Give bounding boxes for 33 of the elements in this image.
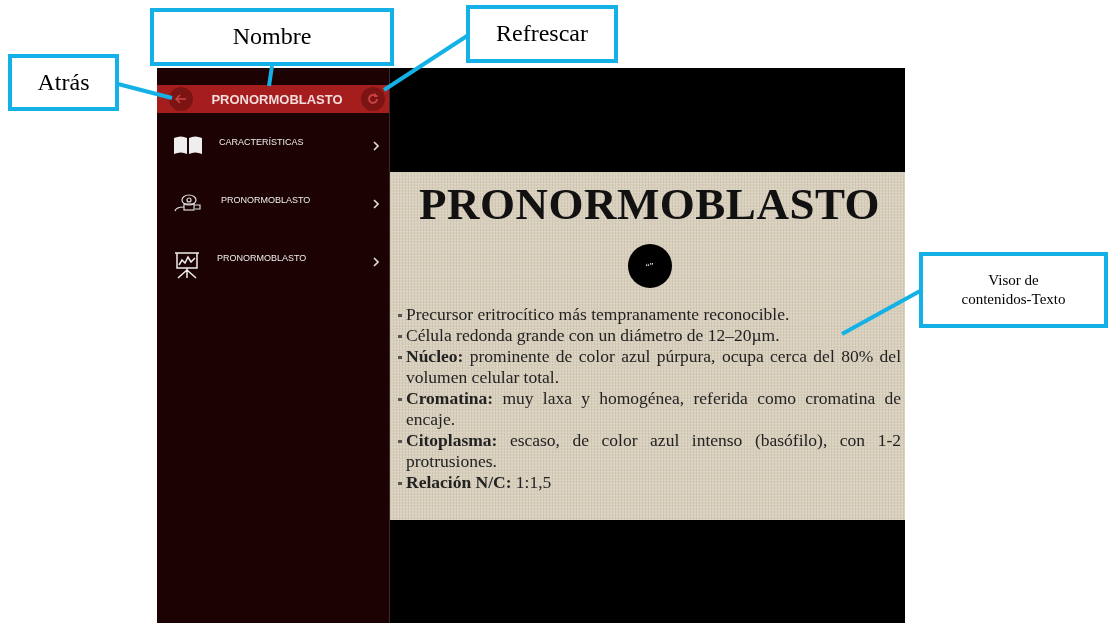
- callout-label: Atrás: [8, 54, 119, 111]
- refresh-button[interactable]: [361, 87, 385, 111]
- back-button[interactable]: [169, 87, 193, 111]
- bullet-icon: [398, 335, 402, 338]
- bullet-icon: [398, 398, 402, 401]
- refresh-icon: [367, 93, 379, 105]
- slide-title: PRONORMOBLASTO: [418, 178, 881, 230]
- leader-line: [117, 82, 173, 100]
- callout-label: Visor de contenidos-Texto: [919, 252, 1108, 328]
- bullet-text: Cromatina: muy laxa y homogénea, referida como cromatina de encaje.: [406, 388, 901, 430]
- callout-label: Refrescar: [466, 5, 618, 63]
- quote-badge: “”: [627, 244, 672, 288]
- menu-item[interactable]: PRONORMOBLASTO: [157, 239, 389, 297]
- bullet-text: Relación N/C: 1:1,5: [406, 472, 553, 493]
- arrow-left-icon: [175, 94, 187, 104]
- presentation-icon: [173, 251, 201, 279]
- leader-line: [267, 65, 274, 87]
- bullet-icon: [398, 482, 402, 485]
- bullet-text: Precursor eritrocítico más tempranamente reconocible.: [406, 304, 791, 325]
- menu-item[interactable]: CARACTERÍSTICAS: [157, 123, 389, 181]
- bullet-text: Citoplasma: escaso, de color azul intenso (basófilo), con 1-2 protrusiones.: [406, 430, 901, 472]
- bullet-icon: [398, 356, 402, 359]
- chevron-icon: [373, 257, 379, 267]
- menu-item[interactable]: PRONORMOBLASTO: [157, 181, 389, 239]
- header-title: PRONORMOBLASTO: [211, 91, 343, 107]
- bullet-text: Núcleo: prominente de color azul púrpura, ocupa cerca del 80% del volumen celular total.: [406, 346, 901, 388]
- bullet-icon: [398, 440, 402, 443]
- bullet-text: Célula redonda grande con un diámetro de 12–20µm.: [406, 325, 781, 346]
- chevron-icon: [373, 141, 379, 151]
- bullet-icon: [398, 314, 402, 317]
- book-icon: [173, 135, 203, 155]
- chevron-icon: [373, 199, 379, 209]
- callout-label: Nombre: [150, 8, 394, 66]
